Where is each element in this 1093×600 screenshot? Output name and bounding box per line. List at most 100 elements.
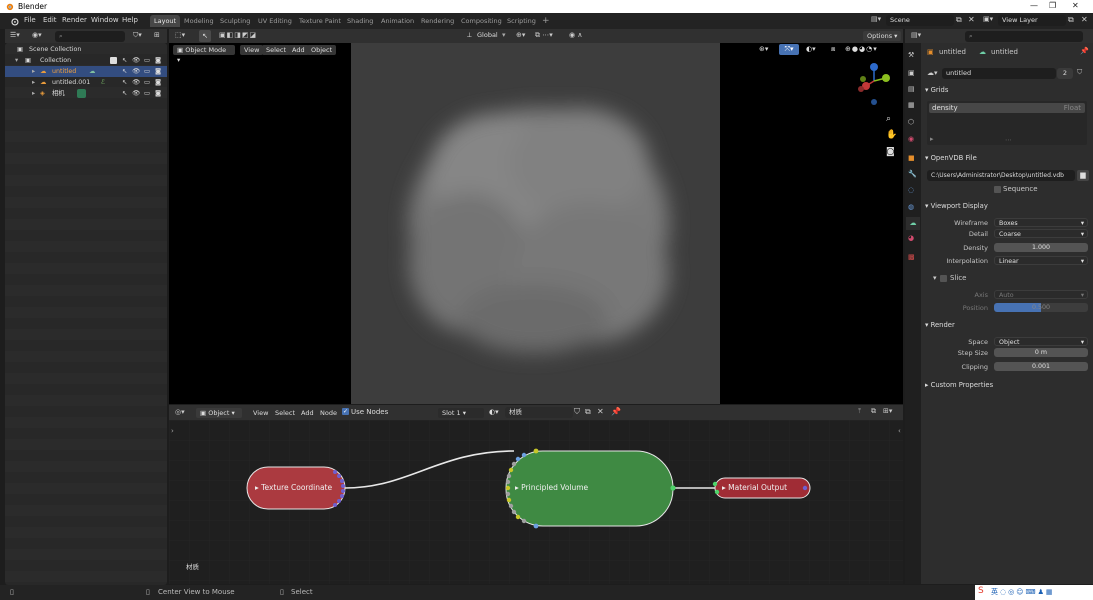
volume-data-tab-icon[interactable]: ☁: [906, 217, 920, 230]
shader-type-dropdown[interactable]: ▣ Object ▾: [196, 408, 242, 418]
world-tab-icon[interactable]: ◉: [908, 135, 914, 143]
menu-add[interactable]: Add: [288, 45, 309, 55]
outliner-editor-type-icon[interactable]: ☰▾: [10, 31, 20, 39]
outliner-scene-collection[interactable]: ▣ Scene Collection: [5, 44, 167, 55]
visibility-eye-icon[interactable]: 👁: [132, 55, 140, 66]
new-scene-icon[interactable]: ⧉: [956, 15, 962, 25]
expand-arrow-icon[interactable]: ▸: [32, 66, 35, 77]
tool-tab-icon[interactable]: ⚒: [908, 51, 914, 59]
viewport-monitor-icon[interactable]: ▭: [144, 66, 150, 77]
user-count[interactable]: 2: [1057, 68, 1073, 79]
delete-view-layer-icon[interactable]: ✕: [1081, 15, 1088, 24]
tab-shading[interactable]: Shading: [343, 15, 377, 27]
output-tab-icon[interactable]: ▤: [908, 85, 915, 93]
axis-dropdown[interactable]: Auto ▾: [994, 290, 1088, 299]
add-workspace-button[interactable]: +: [538, 15, 554, 27]
viewport-monitor-icon[interactable]: ▭: [144, 55, 150, 66]
outliner-collection-row[interactable]: ▾ ▣ Collection ↖ 👁 ▭ ◙: [5, 55, 167, 66]
menu-object[interactable]: Object: [307, 45, 337, 55]
sidebar-toggle-icon[interactable]: ›: [171, 427, 174, 435]
render-camera-icon[interactable]: ◙: [155, 55, 161, 66]
gizmo-toggle-icon[interactable]: ⤧▾: [779, 44, 799, 55]
tab-rendering[interactable]: Rendering: [417, 15, 458, 27]
selectable-icon[interactable]: ↖: [122, 88, 127, 99]
list-expand-icon[interactable]: ▸: [930, 135, 934, 143]
properties-search-input[interactable]: ⌕: [965, 31, 1083, 42]
interpolation-dropdown[interactable]: Linear ▾: [994, 256, 1088, 265]
tab-sculpting[interactable]: Sculpting: [216, 15, 254, 27]
step-size-field[interactable]: 0 m: [994, 348, 1088, 357]
view-layer-field[interactable]: View Layer: [998, 15, 1066, 26]
snap-icon[interactable]: ⧉: [871, 407, 876, 416]
outliner-item-camera[interactable]: ▸ ◈ 相机 ↖ 👁 ▭ ◙: [5, 88, 167, 99]
new-view-layer-icon[interactable]: ⧉: [1068, 15, 1074, 25]
tab-modeling[interactable]: Modeling: [180, 15, 218, 27]
close-button[interactable]: ✕: [1072, 1, 1079, 10]
scene-tab-icon[interactable]: ⬡: [908, 118, 914, 126]
render-camera-icon[interactable]: ◙: [155, 77, 161, 88]
custom-properties-section-header[interactable]: ▸ Custom Properties: [925, 381, 993, 389]
tab-animation[interactable]: Animation: [377, 15, 418, 27]
options-button[interactable]: Options ▾: [863, 31, 902, 41]
grid-row-density[interactable]: density Float: [929, 103, 1085, 113]
menu-view[interactable]: View: [249, 408, 272, 418]
material-name-field[interactable]: 材质: [505, 407, 573, 418]
viewport-display-section-header[interactable]: ▾ Viewport Display: [925, 202, 988, 210]
data-browse-icon[interactable]: ☁▾: [927, 69, 938, 77]
mode-selector[interactable]: ▣ Object Mode ▾: [173, 45, 235, 64]
viewport-canvas[interactable]: [169, 43, 903, 404]
pin-icon[interactable]: 📌: [611, 407, 621, 416]
material-tab-icon[interactable]: ◕: [908, 234, 914, 242]
material-browse-icon[interactable]: ◐▾: [489, 408, 499, 416]
menu-node[interactable]: Node: [316, 408, 341, 418]
particles-tab-icon[interactable]: ◌: [908, 186, 914, 194]
view-layer-tab-icon[interactable]: ▦: [908, 101, 915, 109]
outliner-search-input[interactable]: ⌕: [55, 31, 125, 42]
minimize-button[interactable]: —: [1030, 1, 1038, 10]
view-layer-selector-icon[interactable]: ▣▾: [983, 15, 993, 23]
transform-orientation-dropdown[interactable]: Global: [477, 31, 498, 39]
use-nodes-checkbox[interactable]: ✓: [342, 408, 349, 415]
blender-menu-icon[interactable]: [9, 16, 19, 26]
select-tool-icon[interactable]: ↖: [199, 30, 211, 42]
editor-type-icon[interactable]: ◎▾: [175, 408, 185, 416]
filter-icon[interactable]: ⛉▾: [133, 31, 142, 40]
ime-toolbar[interactable]: S 英◌◎☺⌨♟▦: [975, 585, 1093, 600]
expand-arrow-icon[interactable]: ▾: [15, 55, 18, 66]
viewport-monitor-icon[interactable]: ▭: [144, 88, 150, 99]
menu-file[interactable]: File: [24, 16, 36, 24]
detail-dropdown[interactable]: Coarse ▾: [994, 229, 1088, 238]
folder-icon[interactable]: ▆: [1077, 170, 1089, 181]
xray-icon[interactable]: ⧈: [831, 45, 835, 54]
node-editor-canvas[interactable]: ▸ Texture Coordinate ▸ Principled Volume…: [169, 420, 903, 584]
editor-type-icon[interactable]: ▤▾: [911, 31, 921, 39]
tab-scripting[interactable]: Scripting: [503, 15, 540, 27]
expand-arrow-icon[interactable]: ▸: [32, 88, 35, 99]
menu-render[interactable]: Render: [62, 16, 87, 24]
maximize-button[interactable]: ❐: [1049, 1, 1056, 10]
modifier-tab-icon[interactable]: 🔧: [908, 170, 917, 178]
checkbox-icon[interactable]: [110, 57, 117, 64]
clipping-field[interactable]: 0.001: [994, 362, 1088, 371]
physics-tab-icon[interactable]: ◍: [908, 203, 914, 211]
filepath-field[interactable]: C:\Users\Administrator\Desktop\untitled.…: [927, 170, 1075, 181]
wireframe-dropdown[interactable]: Boxes ▾: [994, 218, 1088, 227]
camera-view-icon[interactable]: ◙: [886, 147, 895, 157]
selectable-icon[interactable]: ↖: [122, 55, 127, 66]
fake-user-icon[interactable]: ⛉: [1077, 68, 1082, 77]
tab-texture-paint[interactable]: Texture Paint: [295, 15, 345, 27]
shading-mode-icons[interactable]: ⊕●◕◔▾: [845, 45, 878, 53]
outliner-item-untitled-001[interactable]: ▸ ☁ untitled.001 ℰ ↖ 👁 ▭ ◙: [5, 77, 167, 88]
expand-arrow-icon[interactable]: ▸: [32, 77, 35, 88]
render-section-header[interactable]: ▾ Render: [925, 321, 955, 329]
selectable-icon[interactable]: ↖: [122, 77, 127, 88]
openvdb-section-header[interactable]: ▾ OpenVDB File: [925, 154, 977, 162]
viewport-monitor-icon[interactable]: ▭: [144, 77, 150, 88]
tab-compositing[interactable]: Compositing: [457, 15, 506, 27]
outliner-item-untitled[interactable]: ▸ ☁ untitled ☁ ↖ 👁 ▭ ◙: [5, 66, 167, 77]
proportional-edit-icon[interactable]: ◉ ∧: [569, 31, 582, 39]
menu-help[interactable]: Help: [122, 16, 138, 24]
visibility-icon[interactable]: ⊛▾: [759, 45, 768, 53]
display-mode-icon[interactable]: ◉▾: [32, 31, 42, 39]
render-camera-icon[interactable]: ◙: [155, 66, 161, 77]
